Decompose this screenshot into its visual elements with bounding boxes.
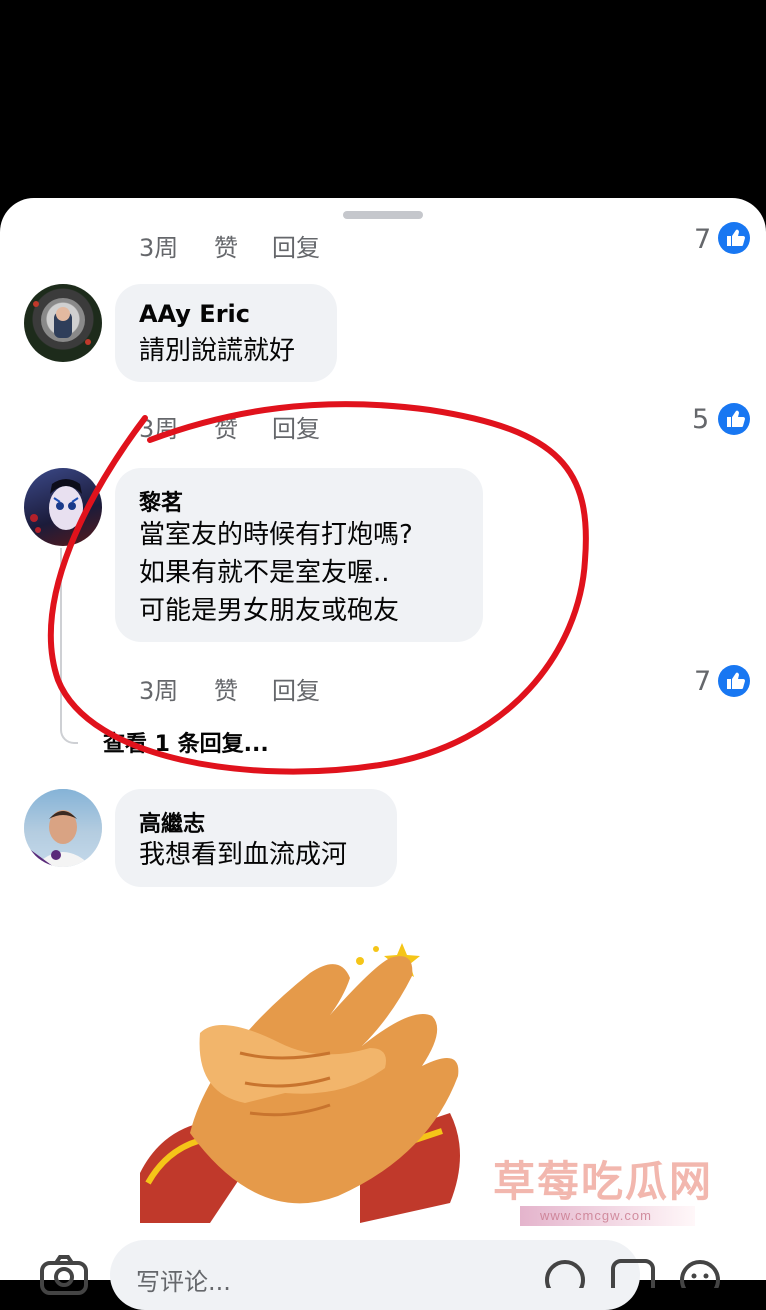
annotation-circle: [47, 401, 589, 775]
camera-icon[interactable]: [40, 1255, 88, 1295]
sticker-icon[interactable]: [543, 1258, 587, 1300]
emoji-icon[interactable]: [678, 1258, 722, 1300]
gif-icon[interactable]: [610, 1258, 656, 1297]
